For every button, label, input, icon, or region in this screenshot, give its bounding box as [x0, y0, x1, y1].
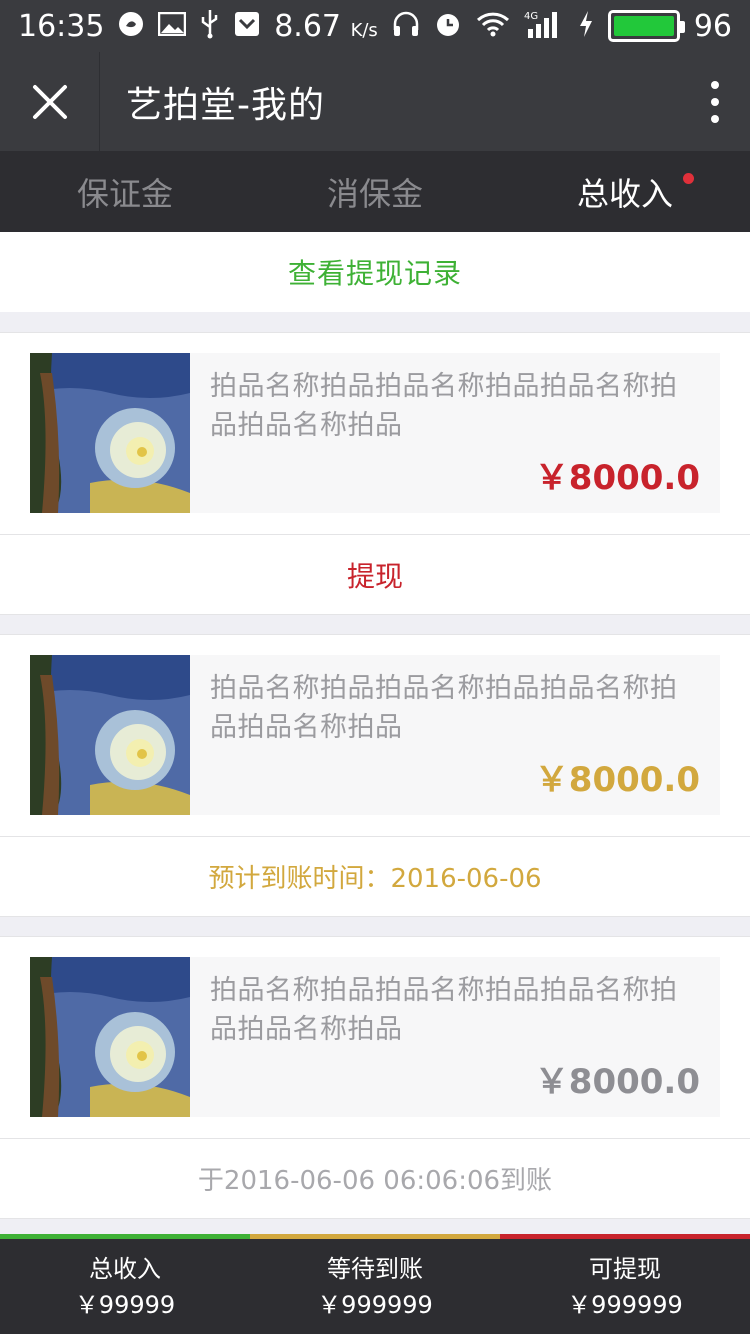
status-right: 8.67 K/s 4G 96 — [274, 9, 732, 44]
status-bar: 16:35 8.67 K/s 4G 96 — [0, 0, 750, 52]
view-withdraw-records-link[interactable]: 查看提现记录 — [0, 232, 750, 312]
auction-item[interactable]: 拍品名称拍品拍品名称拍品拍品名称拍品拍品名称拍品 ￥8000.0 — [0, 635, 750, 836]
download-icon — [234, 11, 260, 42]
status-time: 16:35 — [18, 8, 105, 44]
svg-text:4G: 4G — [524, 11, 538, 22]
tab-total-income[interactable]: 总收入 — [500, 151, 750, 232]
item-info: 拍品名称拍品拍品名称拍品拍品名称拍品拍品名称拍品 ￥8000.0 — [190, 655, 720, 815]
income-card: 拍品名称拍品拍品名称拍品拍品名称拍品拍品名称拍品 ￥8000.0 预计到账时间：… — [0, 634, 750, 917]
income-card: 拍品名称拍品拍品名称拍品拍品名称拍品拍品名称拍品 ￥8000.0 于2016-0… — [0, 936, 750, 1219]
summary-stripe — [250, 1234, 500, 1239]
signal-icon: 4G — [524, 9, 564, 44]
charging-icon — [578, 10, 594, 43]
auction-item[interactable]: 拍品名称拍品拍品名称拍品拍品名称拍品拍品名称拍品 ￥8000.0 — [0, 937, 750, 1138]
summary-withdrawable[interactable]: 可提现 ￥999999 — [500, 1234, 750, 1334]
tab-total-income-label: 总收入 — [576, 174, 673, 213]
arrived-time-text: 于2016-06-06 06:06:06到账 — [0, 1138, 750, 1218]
summary-pending[interactable]: 等待到账 ￥999999 — [250, 1234, 500, 1334]
battery-icon — [607, 10, 685, 42]
item-thumbnail — [30, 957, 190, 1117]
summary-label: 总收入 — [89, 1255, 161, 1283]
alarm-icon — [434, 10, 462, 43]
summary-stripe — [0, 1234, 250, 1239]
battery-level: 96 — [693, 8, 732, 44]
item-name: 拍品名称拍品拍品名称拍品拍品名称拍品拍品名称拍品 — [210, 975, 678, 1045]
notification-dot — [683, 173, 694, 184]
title-bar: 艺拍堂-我的 — [0, 52, 750, 151]
item-name: 拍品名称拍品拍品名称拍品拍品名称拍品拍品名称拍品 — [210, 371, 678, 441]
summary-value: ￥999999 — [567, 1291, 683, 1319]
tab-consumer-deposit[interactable]: 消保金 — [250, 151, 500, 232]
item-name: 拍品名称拍品拍品名称拍品拍品名称拍品拍品名称拍品 — [210, 673, 678, 743]
withdraw-button[interactable]: 提现 — [0, 534, 750, 614]
close-icon — [32, 84, 67, 119]
item-price: ￥8000.0 — [534, 760, 700, 800]
summary-bar: 总收入 ￥99999 等待到账 ￥999999 可提现 ￥999999 — [0, 1234, 750, 1334]
item-info: 拍品名称拍品拍品名称拍品拍品名称拍品拍品名称拍品 ￥8000.0 — [190, 957, 720, 1117]
expected-arrival-text: 预计到账时间：2016-06-06 — [0, 836, 750, 916]
close-button[interactable] — [0, 52, 100, 151]
page-title: 艺拍堂-我的 — [126, 84, 325, 126]
image-icon — [158, 11, 187, 41]
more-vertical-icon — [711, 80, 719, 123]
summary-value: ￥99999 — [74, 1291, 176, 1319]
summary-value: ￥999999 — [317, 1291, 433, 1319]
weibo-icon — [118, 11, 144, 42]
item-thumbnail — [30, 655, 190, 815]
more-button[interactable] — [680, 52, 750, 151]
income-card: 拍品名称拍品拍品名称拍品拍品名称拍品拍品名称拍品 ￥8000.0 提现 — [0, 332, 750, 615]
item-thumbnail — [30, 353, 190, 513]
headphones-icon — [392, 10, 420, 43]
summary-total-income[interactable]: 总收入 ￥99999 — [0, 1234, 250, 1334]
tab-deposit[interactable]: 保证金 — [0, 151, 250, 232]
network-speed: 8.67 K/s — [274, 8, 378, 44]
summary-stripe — [500, 1234, 750, 1239]
tab-bar: 保证金 消保金 总收入 — [0, 151, 750, 232]
wifi-icon — [476, 11, 510, 42]
summary-label: 等待到账 — [327, 1255, 423, 1283]
item-price: ￥8000.0 — [534, 1062, 700, 1102]
item-info: 拍品名称拍品拍品名称拍品拍品名称拍品拍品名称拍品 ￥8000.0 — [190, 353, 720, 513]
summary-label: 可提现 — [589, 1255, 661, 1283]
auction-item[interactable]: 拍品名称拍品拍品名称拍品拍品名称拍品拍品名称拍品 ￥8000.0 — [0, 333, 750, 534]
item-price: ￥8000.0 — [534, 458, 700, 498]
status-left: 16:35 — [18, 9, 260, 44]
usb-icon — [200, 9, 220, 44]
